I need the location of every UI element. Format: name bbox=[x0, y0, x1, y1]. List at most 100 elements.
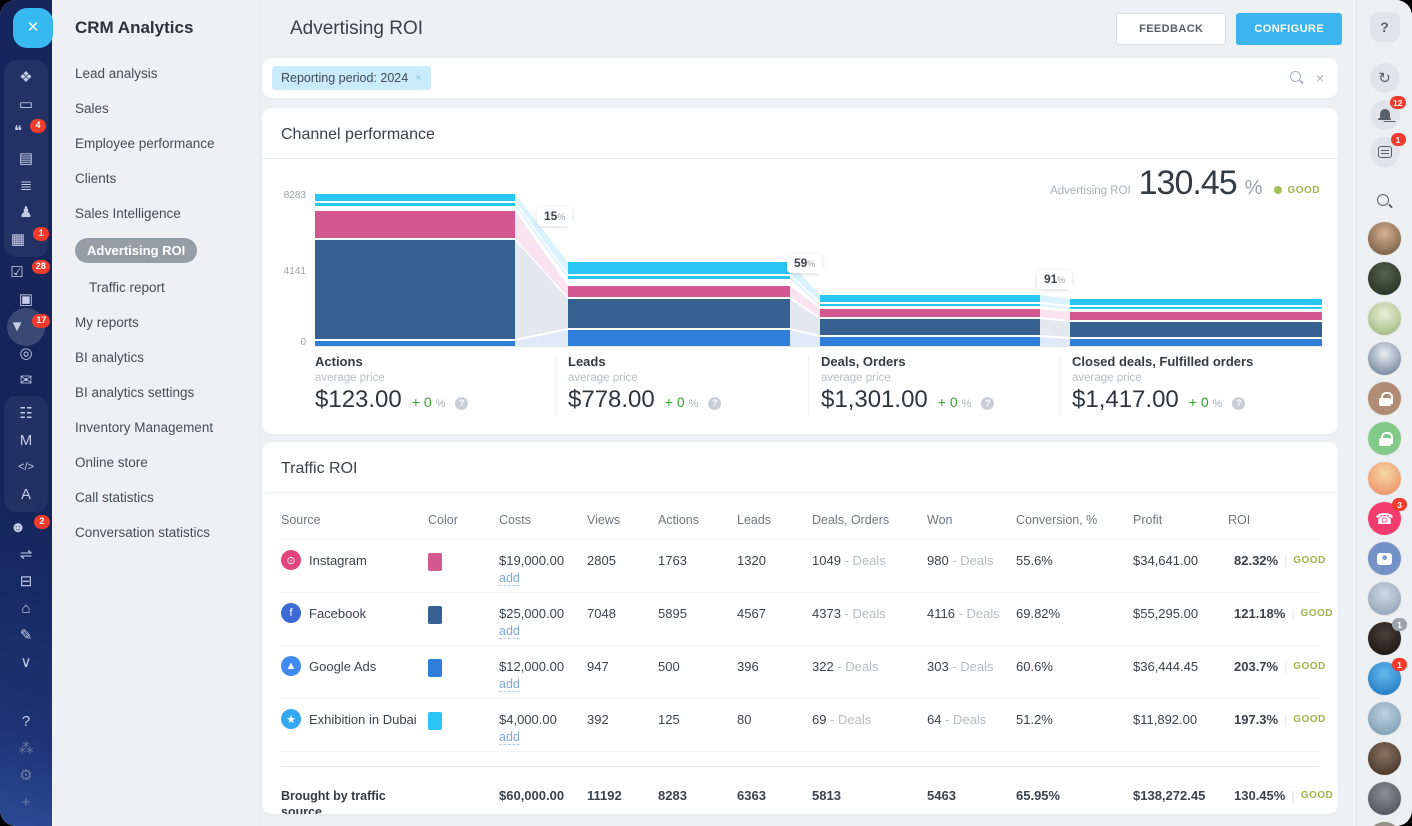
history-icon[interactable]: ↻ bbox=[1370, 63, 1400, 93]
sidebar-item-bi-analytics[interactable]: BI analytics bbox=[75, 350, 144, 365]
settings-gear-icon[interactable]: ⚙ bbox=[9, 762, 43, 789]
apps-icon[interactable]: ❖ bbox=[9, 64, 43, 91]
color-swatch[interactable] bbox=[428, 712, 442, 730]
sidebar-item-clients[interactable]: Clients bbox=[75, 171, 116, 186]
sidebar-item-my-reports[interactable]: My reports bbox=[75, 315, 139, 330]
table-row[interactable]: ⊙Instagram$19,000.00add2805176313201049 … bbox=[281, 540, 1319, 593]
avatar-user-2[interactable] bbox=[1368, 262, 1401, 295]
chat-list-icon[interactable]: 1 bbox=[1370, 137, 1400, 167]
filter-chip[interactable]: Reporting period: 2024 × bbox=[272, 66, 431, 90]
avatar-dog[interactable] bbox=[1368, 302, 1401, 335]
close-sidebar-button[interactable]: × bbox=[13, 8, 53, 48]
phone-call-icon[interactable]: ☎3 bbox=[1368, 502, 1401, 535]
robot-icon[interactable]: ☻2 bbox=[9, 514, 43, 541]
number-cell: 69.82% bbox=[1016, 603, 1133, 621]
status-badge: GOOD bbox=[1301, 790, 1334, 801]
badge-count: 28 bbox=[32, 260, 50, 274]
help-icon[interactable]: ? bbox=[9, 708, 43, 735]
tasks-icon[interactable]: ☑28 bbox=[9, 259, 43, 286]
add-cost-link[interactable]: add bbox=[499, 624, 520, 639]
badge-count: 4 bbox=[30, 119, 46, 133]
color-swatch[interactable] bbox=[428, 553, 442, 571]
sidebar-item-inventory-management[interactable]: Inventory Management bbox=[75, 420, 213, 435]
avatar-fruits[interactable] bbox=[1368, 462, 1401, 495]
table-row[interactable]: ★Exhibition in Dubai$4,000.00add39212580… bbox=[281, 699, 1319, 752]
avatar-user-7[interactable] bbox=[1368, 742, 1401, 775]
add-cost-link[interactable]: add bbox=[499, 571, 520, 586]
avatar-user-1[interactable] bbox=[1368, 222, 1401, 255]
desktop-icon[interactable]: ▭ bbox=[9, 91, 43, 118]
avatar-user-4[interactable] bbox=[1368, 582, 1401, 615]
avatar-fish[interactable]: 1 bbox=[1368, 662, 1401, 695]
signature-icon[interactable]: ✎ bbox=[9, 622, 43, 649]
sidebar-item-conversation-statistics[interactable]: Conversation statistics bbox=[75, 525, 210, 540]
sidebar-item-lead-analysis[interactable]: Lead analysis bbox=[75, 66, 158, 81]
sidebar-item-employee-performance[interactable]: Employee performance bbox=[75, 136, 215, 151]
funnel-bar-segment bbox=[1070, 312, 1322, 320]
inbox-icon[interactable]: ▤ bbox=[9, 145, 43, 172]
color-swatch[interactable] bbox=[428, 606, 442, 624]
contacts-icon[interactable]: ♟ bbox=[9, 199, 43, 226]
collapse-icon[interactable]: ∨ bbox=[9, 649, 43, 676]
filter-bar[interactable]: Reporting period: 2024 × × bbox=[262, 58, 1338, 98]
mail-icon[interactable]: ✉ bbox=[9, 367, 43, 394]
sidebar-item-advertising-roi[interactable]: Advertising ROI bbox=[75, 238, 197, 263]
avatar-user-3[interactable] bbox=[1368, 342, 1401, 375]
sidebar-item-sales[interactable]: Sales bbox=[75, 101, 109, 116]
column-header: Profit bbox=[1133, 513, 1228, 527]
cart-icon[interactable]: ⊟ bbox=[9, 568, 43, 595]
crm-funnel-icon[interactable]: ▼17 bbox=[9, 313, 43, 340]
color-swatch[interactable] bbox=[428, 659, 442, 677]
table-row[interactable]: fFacebook$25,000.00add7048589545674373 -… bbox=[281, 593, 1319, 646]
notifications-bell-icon[interactable]: 12 bbox=[1370, 100, 1400, 130]
calendar-icon[interactable]: ▦1 bbox=[9, 226, 43, 253]
code-icon[interactable]: </> bbox=[9, 454, 43, 481]
sidebar-item-online-store[interactable]: Online store bbox=[75, 455, 148, 470]
group-chat-bubble-icon bbox=[1377, 553, 1392, 565]
plus-icon[interactable]: + bbox=[9, 789, 43, 816]
marketing-icon[interactable]: M bbox=[9, 427, 43, 454]
help-circle-icon[interactable]: ? bbox=[455, 397, 468, 410]
target-icon[interactable]: ◎ bbox=[9, 340, 43, 367]
database-icon[interactable]: ☷ bbox=[9, 400, 43, 427]
add-cost-link[interactable]: add bbox=[499, 677, 520, 692]
funnel-bar-segment bbox=[315, 240, 515, 339]
search-icon[interactable] bbox=[1290, 71, 1304, 85]
feedback-button[interactable]: FEEDBACK bbox=[1116, 13, 1226, 45]
funnel-chart[interactable]: 15%59%91% bbox=[315, 187, 1322, 349]
avatar-user-5[interactable]: 1 bbox=[1368, 622, 1401, 655]
avatar-group[interactable] bbox=[1368, 782, 1401, 815]
help-circle-icon[interactable]: ? bbox=[1232, 397, 1245, 410]
source-label: Facebook bbox=[309, 606, 366, 621]
group-chat-icon[interactable] bbox=[1368, 542, 1401, 575]
configure-button[interactable]: CONFIGURE bbox=[1236, 13, 1342, 45]
messenger-icon[interactable]: ❝4 bbox=[9, 118, 43, 145]
avatar-user-6[interactable] bbox=[1368, 702, 1401, 735]
sidebar-item-sales-intelligence[interactable]: Sales Intelligence bbox=[75, 206, 181, 221]
stat-sublabel: average price bbox=[315, 372, 555, 384]
automation-icon[interactable]: A bbox=[9, 481, 43, 508]
help-circle-icon[interactable]: ? bbox=[708, 397, 721, 410]
stat-delta: + 0 % bbox=[938, 394, 972, 410]
chip-close-icon[interactable]: × bbox=[415, 72, 421, 84]
table-row[interactable]: ▲Google Ads$12,000.00add947500396322 - D… bbox=[281, 646, 1319, 699]
help-circle-icon[interactable]: ? bbox=[981, 397, 994, 410]
documents-icon[interactable]: ≣ bbox=[9, 172, 43, 199]
locked-chat-icon-2[interactable] bbox=[1368, 422, 1401, 455]
clear-filter-icon[interactable]: × bbox=[1316, 70, 1324, 86]
warehouse-icon[interactable]: ⌂ bbox=[9, 595, 43, 622]
help-panel-icon[interactable]: ? bbox=[1370, 12, 1400, 42]
number-cell: 80 bbox=[737, 709, 812, 727]
avatar-user-8[interactable] bbox=[1368, 822, 1401, 826]
sidebar-item-bi-analytics-settings[interactable]: BI analytics settings bbox=[75, 385, 194, 400]
nodes-icon[interactable]: ⁂ bbox=[9, 735, 43, 762]
funnel-bar-segment bbox=[315, 194, 515, 201]
traffic-roi-card: Traffic ROI SourceColorCostsViewsActions… bbox=[262, 442, 1338, 814]
locked-chat-icon[interactable] bbox=[1368, 382, 1401, 415]
search-icon[interactable] bbox=[1377, 194, 1393, 210]
funnel-bar-segment bbox=[820, 304, 1040, 306]
sidebar-item-traffic-report[interactable]: Traffic report bbox=[89, 280, 165, 295]
add-cost-link[interactable]: add bbox=[499, 730, 520, 745]
sliders-icon[interactable]: ⇌ bbox=[9, 541, 43, 568]
sidebar-item-call-statistics[interactable]: Call statistics bbox=[75, 490, 154, 505]
